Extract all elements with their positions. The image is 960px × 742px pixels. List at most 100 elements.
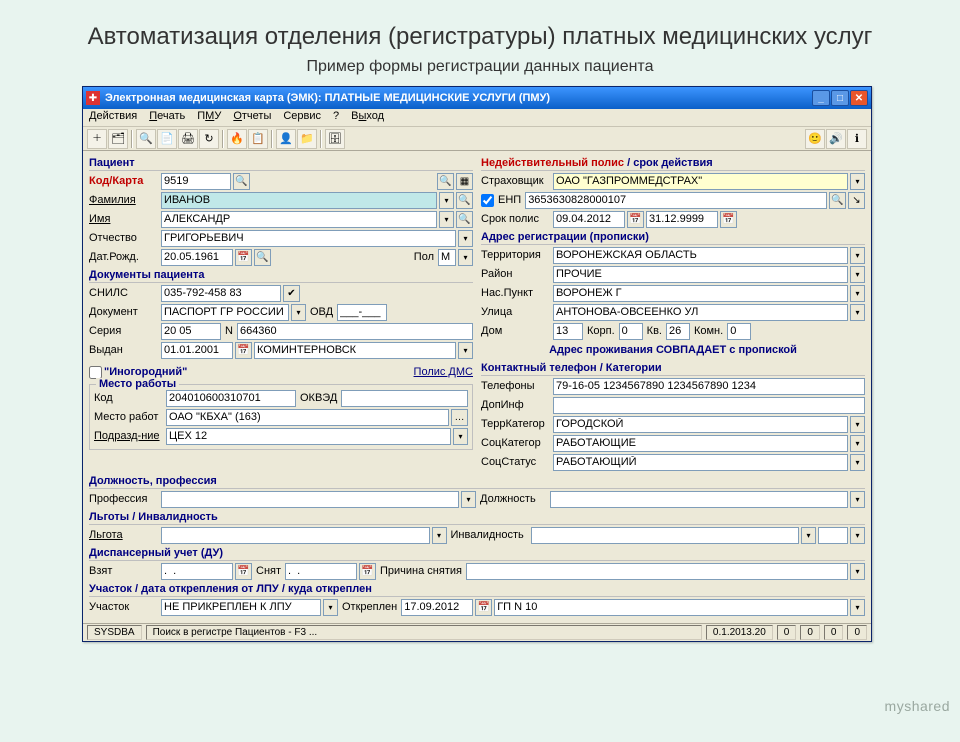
maximize-button[interactable]: □ [831, 90, 849, 106]
dd-raion[interactable] [850, 266, 865, 283]
tb-search-icon[interactable]: 🔍 [136, 129, 156, 149]
menu-help[interactable]: ? [333, 110, 339, 125]
dd-familia[interactable] [439, 192, 454, 209]
input-ovd[interactable] [337, 304, 387, 321]
input-snils[interactable] [161, 285, 281, 302]
tb-print-icon[interactable]: 🖨 [178, 129, 198, 149]
input-srok-to[interactable] [646, 211, 718, 228]
input-snyat[interactable] [285, 563, 357, 580]
dd-dolzh[interactable] [850, 491, 865, 508]
lookup-familia-icon[interactable]: 🔍 [456, 192, 473, 209]
tb-new-icon[interactable]: 🞢 [87, 129, 107, 149]
lookup-dob-icon[interactable]: 🔍 [254, 249, 271, 266]
chk-inogor[interactable] [89, 366, 102, 379]
input-dop[interactable] [553, 397, 865, 414]
dd-terrkat[interactable] [850, 416, 865, 433]
dd-prich[interactable] [850, 563, 865, 580]
input-otkr-date[interactable] [401, 599, 473, 616]
input-terr[interactable] [553, 247, 848, 264]
dd-vidan[interactable] [458, 342, 473, 359]
input-doc[interactable] [161, 304, 289, 321]
input-komn[interactable] [727, 323, 751, 340]
input-seria[interactable] [161, 323, 221, 340]
input-mesto-rab[interactable] [166, 409, 449, 426]
input-dolzh[interactable] [550, 491, 848, 508]
tb-folder-icon[interactable]: 📁 [297, 129, 317, 149]
input-pol[interactable] [438, 249, 456, 266]
dd-otchestvo[interactable] [458, 230, 473, 247]
chk-enp[interactable] [481, 194, 494, 207]
input-tel[interactable] [553, 378, 865, 395]
cal-dob-icon[interactable] [235, 249, 252, 266]
menu-exit[interactable]: Выход [351, 110, 384, 125]
tb-info-icon[interactable]: ℹ [847, 129, 867, 149]
dd-ulica[interactable] [850, 304, 865, 321]
input-prich[interactable] [466, 563, 848, 580]
cal-vzyat-icon[interactable] [235, 563, 252, 580]
input-familia[interactable] [161, 192, 437, 209]
dd-strah[interactable] [850, 173, 865, 190]
input-kv[interactable] [666, 323, 690, 340]
input-strah[interactable] [553, 173, 848, 190]
cal-snyat-icon[interactable] [359, 563, 376, 580]
input-srok-from[interactable] [553, 211, 625, 228]
input-socst[interactable] [553, 454, 848, 471]
menu-actions[interactable]: Действия [89, 110, 137, 125]
input-dom[interactable] [553, 323, 583, 340]
link-polis-dms[interactable]: Полис ДМС [414, 366, 473, 378]
input-inval2[interactable] [818, 527, 848, 544]
enp-action-icon[interactable]: ↘ [848, 192, 865, 209]
tb-doc-icon[interactable]: 📋 [248, 129, 268, 149]
tb-fire-icon[interactable]: 🔥 [227, 129, 247, 149]
input-ulica[interactable] [553, 304, 848, 321]
input-sockat[interactable] [553, 435, 848, 452]
dd-prof[interactable] [461, 491, 476, 508]
input-nomer[interactable] [237, 323, 473, 340]
tb-db-icon[interactable]: 🗄 [325, 129, 345, 149]
dd-inval2[interactable] [850, 527, 865, 544]
dd-lgota[interactable] [432, 527, 447, 544]
input-korp[interactable] [619, 323, 643, 340]
input-otchestvo[interactable] [161, 230, 456, 247]
input-inval[interactable] [531, 527, 800, 544]
dd-uchastok[interactable] [323, 599, 338, 616]
input-enp[interactable] [525, 192, 827, 209]
tb-refresh-icon[interactable]: ↻ [199, 129, 219, 149]
dd-gp[interactable] [850, 599, 865, 616]
dd-doc[interactable] [291, 304, 306, 321]
input-kod[interactable] [161, 173, 231, 190]
input-uchastok[interactable] [161, 599, 321, 616]
dd-nas[interactable] [850, 285, 865, 302]
input-raion[interactable] [553, 266, 848, 283]
input-okved[interactable] [341, 390, 468, 407]
menu-print[interactable]: Печать [149, 110, 185, 125]
mesto-more-icon[interactable]: … [451, 409, 468, 426]
menu-service[interactable]: Сервис [283, 110, 321, 125]
tb-card-icon[interactable]: 🗂 [108, 129, 128, 149]
cal-srok-to-icon[interactable] [720, 211, 737, 228]
dd-podr[interactable] [453, 428, 468, 445]
dd-imya[interactable] [439, 211, 454, 228]
input-nas[interactable] [553, 285, 848, 302]
input-gp[interactable] [494, 599, 848, 616]
tb-sound-icon[interactable]: 🔊 [826, 129, 846, 149]
input-lgota[interactable] [161, 527, 430, 544]
dd-pol[interactable] [458, 249, 473, 266]
menu-pmu[interactable]: ПМУ [197, 110, 221, 125]
input-vidan-date[interactable] [161, 342, 233, 359]
menu-reports[interactable]: Отчеты [233, 110, 271, 125]
input-terrkat[interactable] [553, 416, 848, 433]
input-vzyat[interactable] [161, 563, 233, 580]
input-prof[interactable] [161, 491, 459, 508]
input-dob[interactable] [161, 249, 233, 266]
cal-otkr-icon[interactable] [475, 599, 492, 616]
minimize-button[interactable]: _ [812, 90, 830, 106]
dd-sockat[interactable] [850, 435, 865, 452]
cal-srok-from-icon[interactable] [627, 211, 644, 228]
lookup-icon[interactable]: 🔍 [233, 173, 250, 190]
dd-socst[interactable] [850, 454, 865, 471]
dd-inval[interactable] [801, 527, 816, 544]
qr-icon[interactable]: ▦ [456, 173, 473, 190]
find-icon[interactable]: 🔍 [437, 173, 454, 190]
enp-lookup-icon[interactable]: 🔍 [829, 192, 846, 209]
